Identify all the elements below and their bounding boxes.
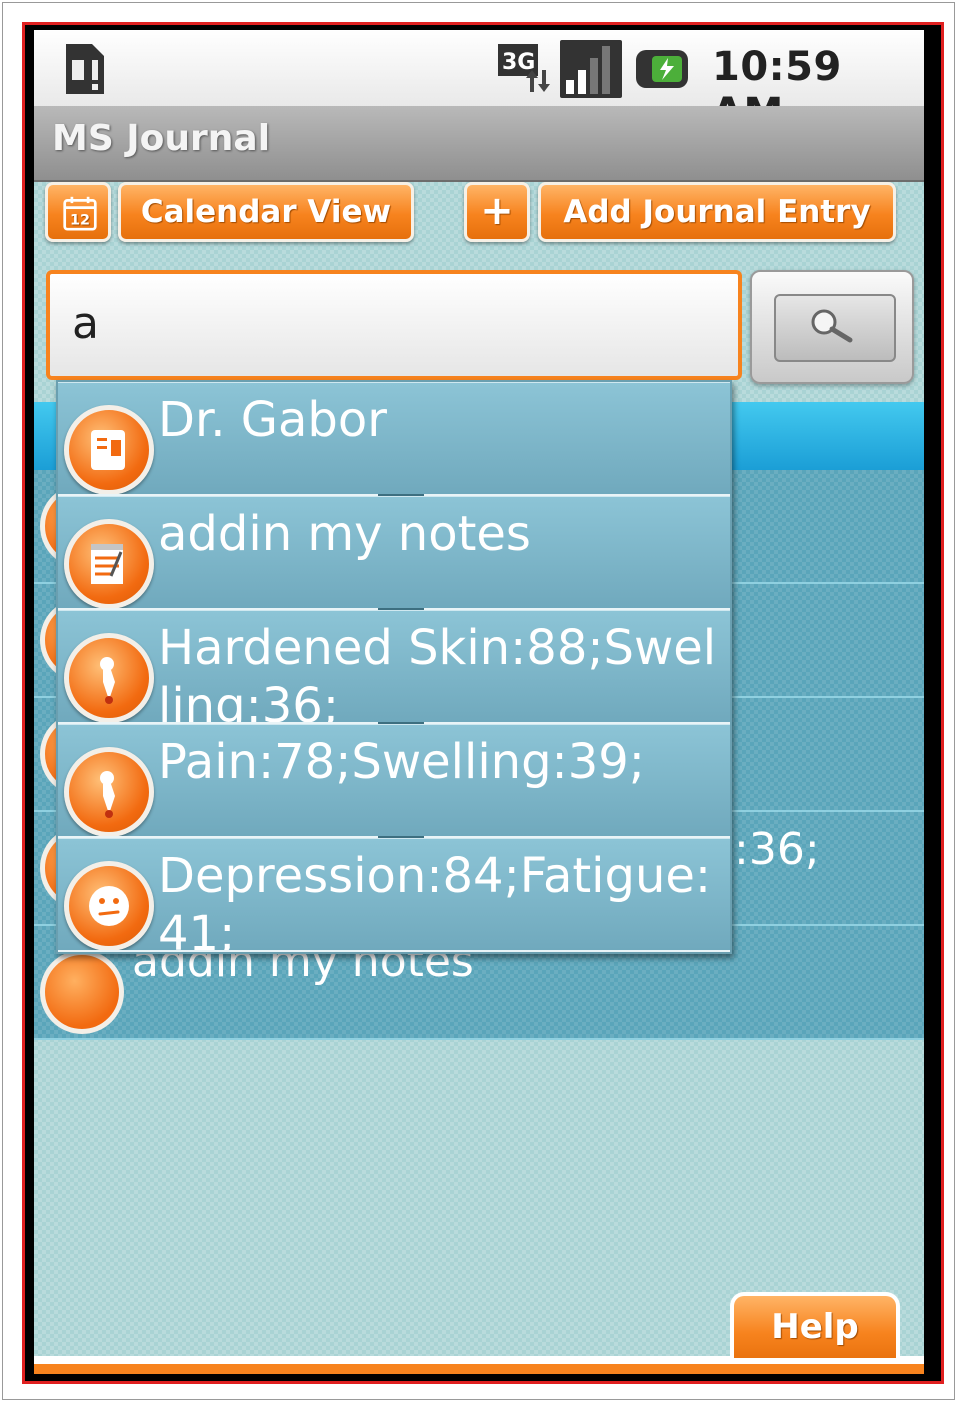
calendar-icon: 12 (63, 196, 97, 231)
signal-icon (560, 40, 622, 98)
symptom-pin-icon (64, 633, 154, 722)
search-button-face (774, 294, 896, 362)
magnifier-icon (811, 309, 853, 343)
symptom-pin-icon (64, 747, 154, 836)
suggestion-text: Hardened Skin:88;Swelling:36; (158, 620, 717, 724)
search-suggestions-dropdown: Dr. Gabor addin my notes Hardened Skin:8… (56, 380, 732, 954)
footer-accent-bar (34, 1364, 924, 1374)
help-tab[interactable]: Help (730, 1292, 900, 1358)
phone-screen: 3G 10:59 AM MS Journal 12 Ca (34, 30, 924, 1374)
search-button[interactable] (750, 270, 914, 384)
suggestion-item[interactable]: Pain:78;Swelling:39; (58, 724, 730, 838)
search-input[interactable]: a (46, 270, 742, 380)
sim-alert-icon (66, 44, 104, 94)
svg-text:12: 12 (70, 213, 90, 229)
add-icon-button[interactable]: + (464, 182, 530, 242)
suggestion-item[interactable]: Depression:84;Fatigue:41; (58, 838, 730, 952)
calendar-icon-button[interactable]: 12 (45, 182, 111, 242)
suggestion-text: Dr. Gabor (158, 392, 387, 448)
list-item-partial-text: :36; (734, 824, 820, 875)
notepad-icon (64, 519, 154, 608)
suggestion-item[interactable]: Dr. Gabor (58, 382, 730, 496)
network-3g-icon: 3G (498, 44, 550, 92)
suggestion-text: Depression:84;Fatigue:41; (158, 848, 712, 952)
add-journal-entry-button[interactable]: Add Journal Entry (538, 182, 896, 242)
calendar-view-button[interactable]: Calendar View (118, 182, 414, 242)
app-title: MS Journal (52, 118, 271, 159)
status-bar: 3G 10:59 AM (34, 30, 924, 136)
suggestion-text: Pain:78;Swelling:39; (158, 734, 645, 790)
svg-text:3G: 3G (502, 50, 535, 75)
mood-face-icon (64, 861, 154, 950)
notepad-icon (40, 950, 124, 1034)
suggestion-item[interactable]: Hardened Skin:88;Swelling:36; (58, 610, 730, 724)
app-title-bar: MS Journal (34, 106, 924, 182)
suggestion-text: addin my notes (158, 506, 531, 562)
contact-card-icon (64, 405, 154, 494)
suggestion-item[interactable]: addin my notes (58, 496, 730, 610)
battery-charging-icon (636, 50, 688, 88)
